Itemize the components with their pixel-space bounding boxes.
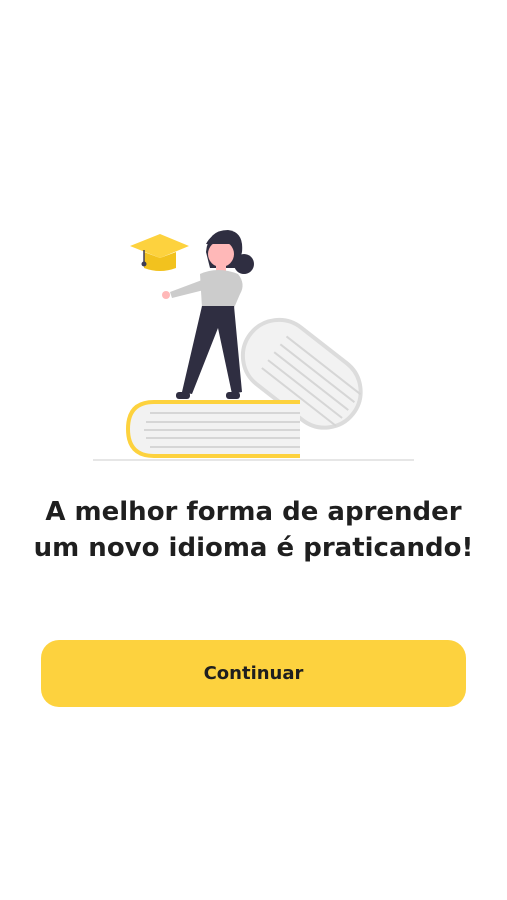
onboarding-screen: A melhor forma de aprender um novo idiom… bbox=[0, 0, 507, 900]
onboarding-headline: A melhor forma de aprender um novo idiom… bbox=[33, 497, 474, 563]
continue-button[interactable]: Continuar bbox=[41, 640, 466, 707]
graduation-cap-icon bbox=[130, 234, 189, 271]
student-on-books-illustration bbox=[93, 230, 414, 461]
flat-book-icon bbox=[125, 400, 300, 458]
